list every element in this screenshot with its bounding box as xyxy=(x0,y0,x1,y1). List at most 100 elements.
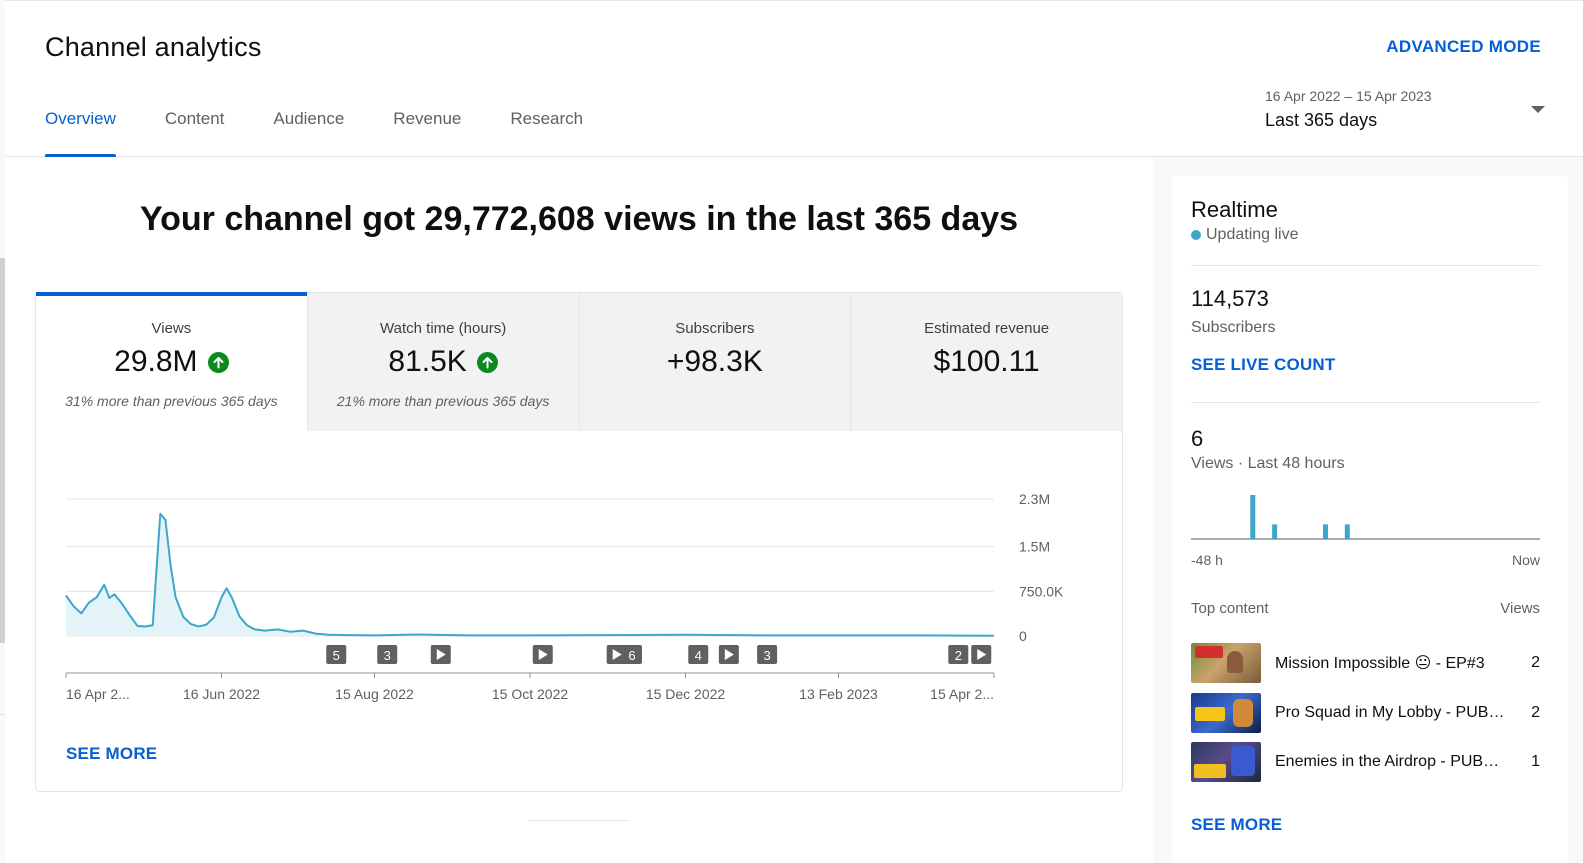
chart-x-tick: 16 Jun 2022 xyxy=(183,686,260,702)
chart-x-tick: 15 Apr 2... xyxy=(930,686,994,702)
realtime-title: Realtime xyxy=(1191,197,1278,222)
metrics-card: Views 29.8M 31% more than previous 365 d… xyxy=(35,292,1123,792)
metric-label: Subscribers xyxy=(675,320,755,337)
top-content-title: Enemies in the Airdrop - PUBG Mobile xyxy=(1275,753,1505,770)
metric-value: 81.5K xyxy=(388,345,467,378)
chart-x-tick: 16 Apr 2... xyxy=(66,686,130,702)
advanced-mode-button[interactable]: ADVANCED MODE xyxy=(1386,37,1541,57)
chart-x-tick: 15 Oct 2022 xyxy=(492,686,568,702)
top-content-title: Mission Impossible 😐 - EP#3 xyxy=(1275,655,1485,672)
tab-research[interactable]: Research xyxy=(510,109,583,157)
analytics-page: Channel analytics ADVANCED MODE Overview… xyxy=(0,0,1583,863)
views-headline: Your channel got 29,772,608 views in the… xyxy=(139,200,1019,238)
page-title: Channel analytics xyxy=(45,32,262,62)
top-content-views: 2 xyxy=(1531,654,1540,671)
video-thumbnail xyxy=(1191,693,1261,733)
realtime-bar[interactable] xyxy=(1250,495,1256,539)
realtime-axis-end: Now xyxy=(1511,552,1540,568)
metric-value: 29.8M xyxy=(114,345,198,378)
top-content-item[interactable]: Enemies in the Airdrop - PUBG Mobile 1 xyxy=(1191,742,1540,782)
metric-comparison: 31% more than previous 365 days xyxy=(65,393,278,409)
videos-count-marker[interactable]: 4 xyxy=(688,645,709,664)
realtime-bar[interactable] xyxy=(1272,524,1278,539)
videos-count-marker[interactable]: 2 xyxy=(948,645,969,664)
chart-y-tick: 0 xyxy=(1019,628,1027,644)
marker-count: 5 xyxy=(333,648,340,663)
chart-y-tick: 750.0K xyxy=(1019,583,1064,599)
video-published-marker[interactable] xyxy=(430,645,451,664)
video-published-marker[interactable] xyxy=(971,645,992,664)
views-chart-svg: 2.3M 1.5M 750.0K 0 16 Apr 2... 16 Jun 2022 15 … xyxy=(65,491,1064,702)
metric-label: Estimated revenue xyxy=(924,320,1050,337)
top-content-title: Pro Squad in My Lobby - PUBG Mobile xyxy=(1275,704,1505,721)
marker-count: 4 xyxy=(695,648,702,663)
chart-x-tick: 15 Aug 2022 xyxy=(335,686,414,702)
metric-tab-revenue[interactable]: Estimated revenue $100.11 xyxy=(850,293,1122,431)
page-header: Channel analytics ADVANCED MODE Overview… xyxy=(5,0,1583,157)
see-more-button[interactable]: SEE MORE xyxy=(66,744,157,764)
metric-comparison: 21% more than previous 365 days xyxy=(336,393,550,409)
marker-count: 3 xyxy=(384,648,391,663)
arrow-up-icon xyxy=(207,351,229,373)
live-dot-icon xyxy=(1191,230,1201,240)
metric-tab-views[interactable]: Views 29.8M 31% more than previous 365 d… xyxy=(36,292,307,431)
realtime-status: Updating live xyxy=(1191,226,1299,244)
chart-series-line xyxy=(65,512,995,637)
video-published-marker[interactable] xyxy=(532,645,553,664)
metric-label: Watch time (hours) xyxy=(380,320,507,337)
realtime-bar[interactable] xyxy=(1344,524,1350,539)
divider xyxy=(1191,402,1540,403)
video-thumbnail xyxy=(1191,643,1261,683)
date-range-dates: 16 Apr 2022 – 15 Apr 2023 xyxy=(1265,88,1432,104)
metric-tab-watch-time[interactable]: Watch time (hours) 81.5K 21% more than p… xyxy=(306,293,579,431)
overview-panel: Your channel got 29,772,608 views in the… xyxy=(5,157,1153,863)
realtime-axis-start: -48 h xyxy=(1191,552,1223,568)
metric-value: $100.11 xyxy=(933,345,1040,378)
tab-revenue[interactable]: Revenue xyxy=(393,109,461,157)
divider xyxy=(1191,265,1540,266)
chart-y-tick: 2.3M xyxy=(1019,491,1050,507)
tab-overview[interactable]: Overview xyxy=(45,109,116,157)
top-content-item[interactable]: Pro Squad in My Lobby - PUBG Mobile 2 xyxy=(1191,693,1540,733)
videos-count-marker[interactable]: 6 xyxy=(621,645,642,664)
date-range-label: Last 365 days xyxy=(1265,110,1378,130)
tab-bar: Overview Content Audience Revenue Resear… xyxy=(45,109,632,157)
see-live-count-button[interactable]: SEE LIVE COUNT xyxy=(1191,355,1336,375)
chart-area-fill xyxy=(66,513,994,636)
divider xyxy=(528,820,628,821)
chart-y-tick: 1.5M xyxy=(1019,539,1050,555)
realtime-see-more-button[interactable]: SEE MORE xyxy=(1191,815,1282,835)
realtime-views-count: 6 xyxy=(1191,426,1204,451)
arrow-up-icon xyxy=(476,351,498,373)
tab-content[interactable]: Content xyxy=(165,109,225,157)
videos-count-marker[interactable]: 3 xyxy=(377,645,398,664)
date-range-selector[interactable]: 16 Apr 2022 – 15 Apr 2023 Last 365 days xyxy=(1265,88,1545,138)
caret-down-icon xyxy=(1531,106,1545,113)
realtime-status-text: Updating live xyxy=(1206,226,1299,243)
realtime-bar[interactable] xyxy=(1323,524,1329,539)
top-content-views-label: Views xyxy=(1500,600,1540,617)
chart-x-tick: 15 Dec 2022 xyxy=(646,686,726,702)
metric-value: +98.3K xyxy=(666,345,763,378)
top-content-label: Top content xyxy=(1191,600,1269,617)
video-published-marker[interactable] xyxy=(718,645,739,664)
metric-tab-subscribers[interactable]: Subscribers +98.3K xyxy=(578,293,851,431)
top-content-header: Top content Views xyxy=(1191,600,1540,617)
marker-count: 6 xyxy=(628,648,635,663)
metric-label: Views xyxy=(151,320,192,337)
marker-count: 2 xyxy=(955,648,962,663)
videos-count-marker[interactable]: 5 xyxy=(326,645,347,664)
chart-x-tick: 13 Feb 2023 xyxy=(799,686,878,702)
top-content-item[interactable]: Mission Impossible 😐 - EP#3 2 xyxy=(1191,643,1540,683)
top-content-views: 2 xyxy=(1531,704,1540,721)
tab-audience[interactable]: Audience xyxy=(273,109,344,157)
top-content-views: 1 xyxy=(1531,753,1540,770)
marker-count: 3 xyxy=(763,648,770,663)
video-thumbnail xyxy=(1191,742,1261,782)
realtime-card: Realtime Updating live 114,573 Subscribe… xyxy=(1172,176,1568,863)
metric-tabs: Views 29.8M 31% more than previous 365 d… xyxy=(36,292,1122,431)
subscriber-label: Subscribers xyxy=(1191,319,1276,336)
videos-count-marker[interactable]: 3 xyxy=(757,645,778,664)
realtime-views-label: Views · Last 48 hours xyxy=(1191,455,1345,472)
views-chart: 2.3M 1.5M 750.0K 0 16 Apr 2... 16 Jun 2022 15 … xyxy=(36,431,1122,731)
